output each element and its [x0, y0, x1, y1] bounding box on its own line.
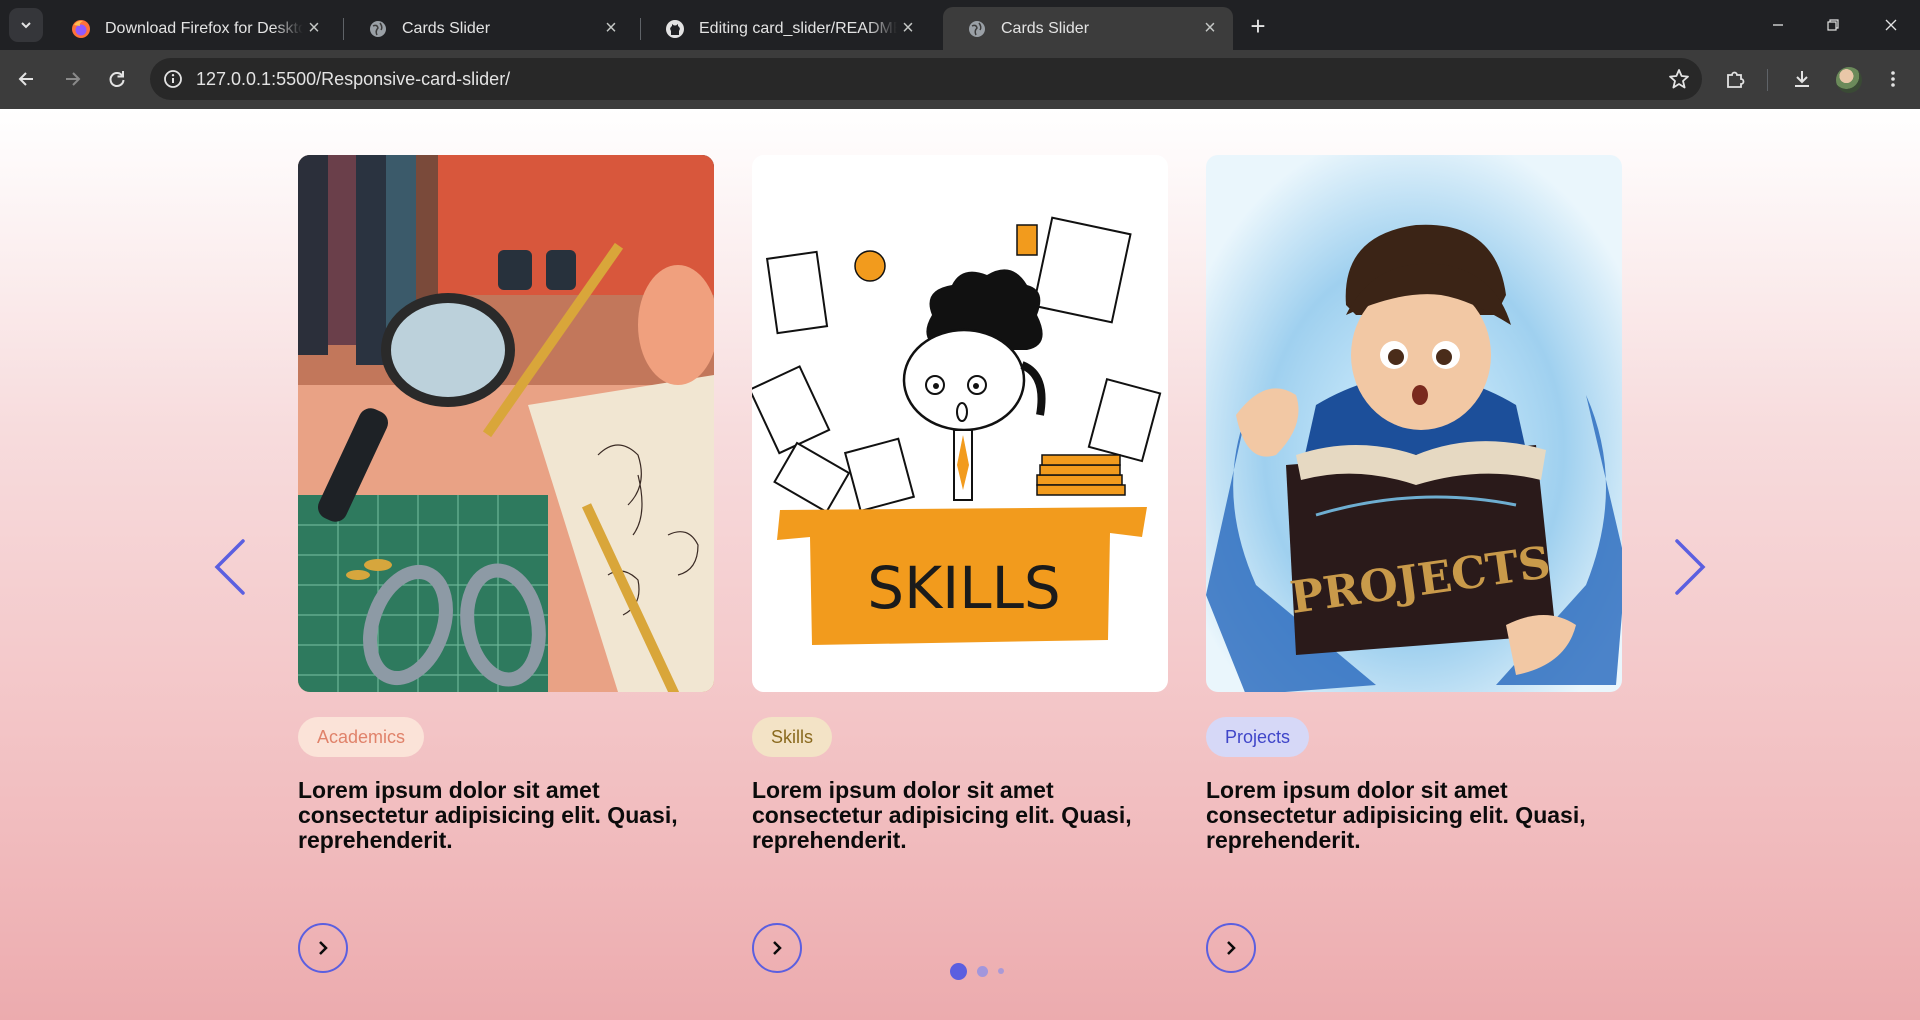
- academics-illustration: [298, 155, 714, 692]
- address-bar[interactable]: 127.0.0.1:5500/Responsive-card-slider/: [150, 58, 1702, 100]
- chevron-right-icon: [1227, 941, 1236, 955]
- puzzle-icon: [1727, 71, 1745, 88]
- chevron-right-icon: [773, 941, 782, 955]
- tab-strip: Download Firefox for Desktop — Mozilla ×…: [0, 0, 1920, 50]
- forward-button[interactable]: [55, 62, 89, 96]
- arrow-right-icon: [66, 72, 81, 86]
- tab-close-icon[interactable]: ×: [897, 17, 919, 40]
- skills-image-text: SKILLS: [867, 554, 1060, 622]
- tab-cards-slider-active[interactable]: Cards Slider ×: [943, 7, 1233, 50]
- pagination-dot[interactable]: [998, 968, 1004, 974]
- slider-next-button[interactable]: [1668, 531, 1712, 603]
- card-open-button[interactable]: [1206, 923, 1256, 973]
- kebab-menu-icon: [1891, 71, 1895, 87]
- browser-toolbar: 127.0.0.1:5500/Responsive-card-slider/: [0, 50, 1920, 109]
- globe-icon: [967, 19, 987, 39]
- pagination-dot-active[interactable]: [950, 962, 967, 980]
- close-window-button[interactable]: [1876, 10, 1906, 40]
- tab-title: Cards Slider: [1001, 19, 1090, 37]
- chevron-right-icon: [1675, 539, 1706, 595]
- category-badge: Projects: [1206, 717, 1310, 757]
- close-icon: [1885, 19, 1897, 31]
- back-button[interactable]: [10, 62, 44, 96]
- tab-title: Editing card_slider/README.md: [699, 19, 897, 37]
- new-tab-button[interactable]: +: [1243, 11, 1273, 41]
- card-description: Lorem ipsum dolor sit amet consectetur a…: [298, 777, 678, 853]
- projects-illustration: PROJECTS: [1206, 155, 1622, 692]
- downloads-button[interactable]: [1785, 62, 1819, 96]
- arrow-left-icon: [18, 72, 33, 86]
- github-icon: [665, 19, 685, 39]
- card-projects: PROJECTS Projects Lorem ipsum dolor sit …: [1206, 155, 1622, 973]
- profile-avatar[interactable]: [1836, 67, 1862, 93]
- card-open-button[interactable]: [752, 923, 802, 973]
- card-description: Lorem ipsum dolor sit amet consectetur a…: [752, 777, 1132, 853]
- site-info-icon[interactable]: [160, 66, 186, 92]
- chevron-right-icon: [319, 941, 328, 955]
- tab-title: Cards Slider: [402, 19, 491, 37]
- minimize-button[interactable]: [1763, 10, 1793, 40]
- toolbar-divider: [1767, 69, 1768, 91]
- page-content: Academics Lorem ipsum dolor sit amet con…: [0, 109, 1920, 1020]
- globe-icon: [368, 19, 388, 39]
- chevron-down-icon: [21, 22, 31, 29]
- tab-title: Download Firefox for Desktop — Mozilla: [105, 19, 303, 37]
- firefox-icon: [71, 19, 91, 39]
- tab-firefox-download[interactable]: Download Firefox for Desktop — Mozilla ×: [47, 7, 337, 50]
- category-badge: Academics: [298, 717, 425, 757]
- slider-pagination: [950, 961, 1004, 981]
- restore-icon: [1827, 19, 1839, 31]
- tab-close-icon[interactable]: ×: [600, 17, 622, 40]
- minimize-icon: [1773, 24, 1783, 26]
- card-description: Lorem ipsum dolor sit amet consectetur a…: [1206, 777, 1586, 853]
- reload-icon: [109, 71, 125, 87]
- tab-search-button[interactable]: [9, 8, 43, 42]
- chevron-left-icon: [214, 539, 245, 595]
- bookmark-star-icon[interactable]: [1666, 66, 1692, 92]
- tab-github-readme[interactable]: Editing card_slider/README.md ×: [641, 7, 931, 50]
- card-skills: SKILLS Skills Lorem ipsum dolor sit amet…: [752, 155, 1168, 973]
- extensions-button[interactable]: [1718, 62, 1752, 96]
- tab-close-icon[interactable]: ×: [1199, 17, 1221, 40]
- url-text: 127.0.0.1:5500/Responsive-card-slider/: [196, 69, 511, 89]
- tab-close-icon[interactable]: ×: [303, 17, 325, 40]
- card-academics: Academics Lorem ipsum dolor sit amet con…: [298, 155, 714, 973]
- pagination-dot[interactable]: [977, 965, 988, 977]
- restore-button[interactable]: [1818, 10, 1848, 40]
- card-open-button[interactable]: [298, 923, 348, 973]
- tab-cards-slider[interactable]: Cards Slider ×: [344, 7, 634, 50]
- slider-prev-button[interactable]: [208, 531, 252, 603]
- reload-button[interactable]: [100, 62, 134, 96]
- category-badge: Skills: [752, 717, 833, 757]
- skills-illustration: SKILLS: [752, 155, 1168, 692]
- download-icon: [1795, 71, 1809, 87]
- menu-button[interactable]: [1876, 62, 1910, 96]
